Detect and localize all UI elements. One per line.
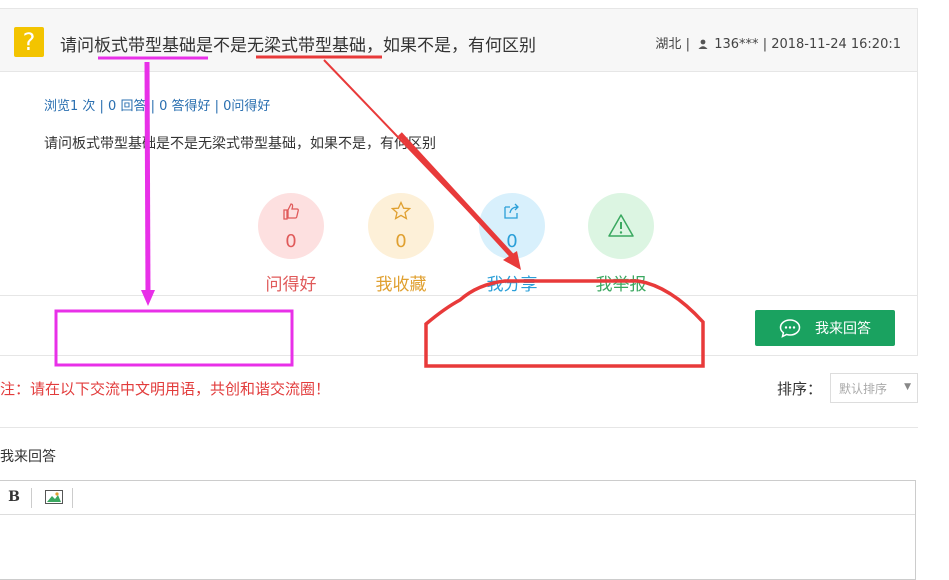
chevron-down-icon: ▼ <box>904 382 911 392</box>
report-label: 我举报 <box>595 275 647 295</box>
card-divider <box>0 295 917 296</box>
sort-label: 排序： <box>777 380 823 398</box>
like-label: 问得好 <box>265 275 317 295</box>
question-user[interactable]: 136*** <box>714 37 758 52</box>
section-divider <box>0 427 918 428</box>
reply-editor[interactable]: B <box>0 480 916 580</box>
favorite-action[interactable]: 0 我收藏 <box>361 193 441 295</box>
question-body: 请问板式带型基础是不是无梁式带型基础，如果不是，有何区别 <box>44 136 436 152</box>
question-datetime: 2018-11-24 16:20:1 <box>771 37 901 52</box>
share-count: 0 <box>506 231 518 252</box>
insert-image-icon[interactable] <box>45 490 63 504</box>
bold-button[interactable]: B <box>4 487 24 507</box>
question-header: ? 请问板式带型基础是不是无梁式带型基础，如果不是，有何区别 湖北 | 136*… <box>0 9 917 72</box>
share-circle[interactable]: 0 <box>479 193 545 259</box>
like-circle[interactable]: 0 <box>258 193 324 259</box>
favorite-circle[interactable]: 0 <box>368 193 434 259</box>
user-icon <box>698 39 708 49</box>
chat-bubble-icon <box>779 319 801 338</box>
toolbar-separator <box>31 488 32 508</box>
question-title: 请问板式带型基础是不是无梁式带型基础，如果不是，有何区别 <box>60 36 536 56</box>
like-count: 0 <box>285 231 297 252</box>
question-stats: 浏览1 次 | 0 回答 | 0 答得好 | 0问得好 <box>44 99 271 114</box>
question-meta: 湖北 | 136*** | 2018-11-24 16:20:1 <box>655 37 901 52</box>
favorite-count: 0 <box>395 231 407 252</box>
share-label: 我分享 <box>486 275 538 295</box>
thumbs-up-icon <box>283 203 299 220</box>
answer-button-label: 我来回答 <box>815 321 871 337</box>
question-card: ? 请问板式带型基础是不是无梁式带型基础，如果不是，有何区别 湖北 | 136*… <box>0 8 918 356</box>
toolbar-separator <box>72 488 73 508</box>
sort-select[interactable]: 默认排序 ▼ <box>830 373 918 403</box>
civility-notice: 注：请在以下交流中文明用语，共创和谐交流圈！ <box>0 380 331 398</box>
like-action[interactable]: 0 问得好 <box>251 193 331 295</box>
question-mark-icon: ? <box>14 27 44 57</box>
share-action[interactable]: 0 我分享 <box>472 193 552 295</box>
answer-button[interactable]: 我来回答 <box>755 310 895 346</box>
favorite-label: 我收藏 <box>375 275 427 295</box>
share-icon <box>504 203 519 219</box>
question-location: 湖北 <box>655 37 682 52</box>
report-circle[interactable] <box>588 193 654 259</box>
report-action[interactable]: 我举报 <box>581 193 661 295</box>
sort-selected-value: 默认排序 <box>839 381 888 396</box>
warning-icon <box>608 214 634 237</box>
editor-toolbar: B <box>0 481 915 515</box>
star-icon <box>391 201 411 220</box>
reply-label: 我来回答 <box>0 449 56 465</box>
